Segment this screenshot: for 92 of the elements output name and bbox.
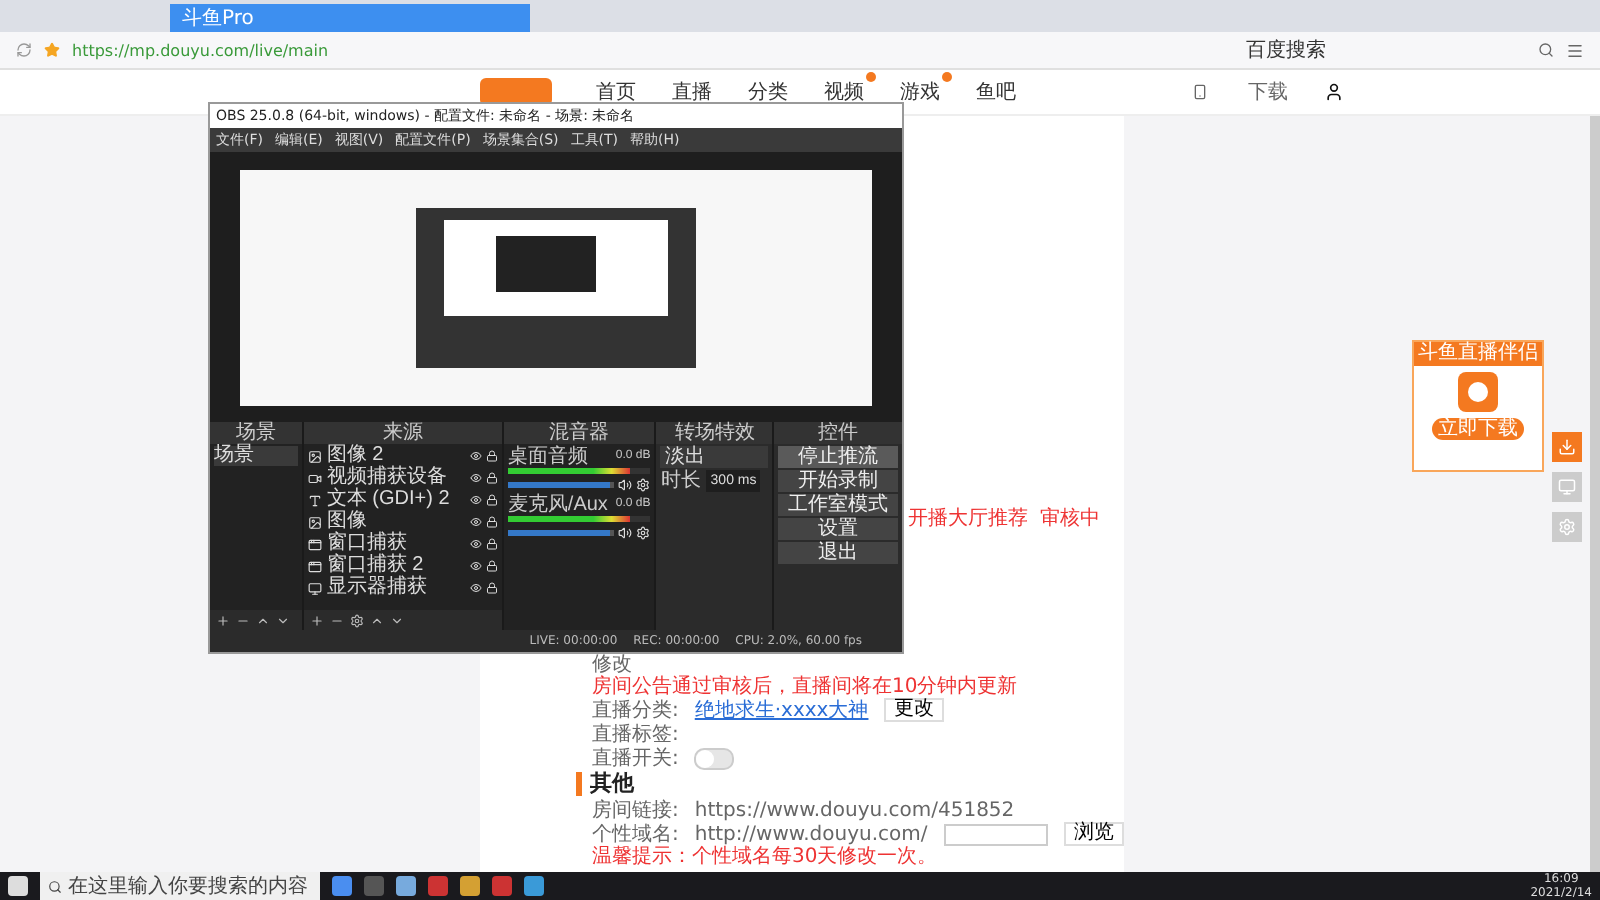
up-icon[interactable] [370,613,385,627]
control-button[interactable]: 开始录制 [778,470,899,492]
lock-icon[interactable] [485,494,498,506]
download-link[interactable]: 下载 [1248,78,1288,106]
control-button[interactable]: 设置 [778,518,899,540]
eye-icon[interactable] [469,560,482,572]
toggle-switch[interactable] [694,747,735,769]
down-icon[interactable] [390,613,405,627]
notice-text: 房间公告通过审核后，直播间将在10分钟内更新 [592,676,1020,698]
eye-icon[interactable] [469,450,482,462]
text-icon [308,493,323,507]
search-field[interactable]: 在这里输入你要搜索的内容 [40,872,320,900]
source-item[interactable]: 图像 [326,512,466,532]
review-note: 开播大厅推荐 [908,508,1028,530]
transition-select[interactable]: 淡出 [660,446,769,468]
window-icon [308,559,323,573]
nav-link[interactable]: 首页 [596,78,636,106]
star-icon[interactable] [44,42,60,58]
eye-icon[interactable] [469,494,482,506]
app-logo-icon [1458,372,1498,412]
eye-icon[interactable] [469,472,482,484]
channel-name: 麦克风/Aux [507,494,608,516]
lock-icon[interactable] [485,582,498,594]
field-label: 直播开关: [592,747,679,769]
up-icon[interactable] [256,613,270,627]
field-label: 个性域名: [592,823,679,845]
duration-label: 时长 [660,470,701,492]
add-icon[interactable] [310,613,325,627]
speaker-icon[interactable] [618,478,633,492]
field-label: 直播分类: [592,699,679,721]
scene-item[interactable]: 场景 [214,446,299,466]
change-button[interactable]: 更改 [884,698,945,722]
speaker-icon[interactable] [618,526,633,540]
window-icon [308,537,323,551]
source-item[interactable]: 图像 2 [326,446,466,466]
lock-icon[interactable] [485,516,498,528]
domain-prefix: http://www.douyu.com/ [694,823,928,845]
domain-note: 温馨提示：个性域名每30天修改一次。 [592,846,940,868]
nav-link[interactable]: 直播 [672,78,712,106]
image-icon [308,515,323,529]
edit-label[interactable]: 修改 [592,653,632,675]
monitor-icon [308,581,323,595]
add-icon[interactable] [216,613,230,627]
start-icon[interactable] [8,876,28,896]
dock-title: 来源 [304,422,502,444]
reload-icon[interactable] [16,42,32,58]
review-state: 审核中 [1040,508,1100,530]
source-item[interactable]: 显示器捕获 [326,578,466,598]
search-field[interactable]: 百度搜索 [1246,36,1326,64]
download-icon[interactable] [1552,432,1582,462]
search-icon [48,879,62,893]
lock-icon[interactable] [485,560,498,572]
nav-link[interactable]: 游戏 [900,78,940,106]
room-url: https://www.douyu.com/451852 [694,799,1015,821]
dock-title: 混音器 [503,422,655,444]
search-icon[interactable] [1538,42,1554,58]
lock-icon[interactable] [485,472,498,484]
control-button[interactable]: 停止推流 [778,446,899,468]
source-item[interactable]: 窗口捕获 [326,534,466,554]
field-label: 房间链接: [592,799,679,821]
nav-link[interactable]: 分类 [748,78,788,106]
field-label: 直播标签: [592,723,679,745]
avatar-icon[interactable] [1324,82,1344,102]
nav-link[interactable]: 鱼吧 [976,78,1016,106]
eye-icon[interactable] [469,516,482,528]
eye-icon[interactable] [469,538,482,550]
settings-icon[interactable] [350,613,365,627]
lock-icon[interactable] [485,450,498,462]
source-item[interactable]: 窗口捕获 2 [326,556,466,576]
control-button[interactable]: 工作室模式 [778,494,899,516]
menu-icon[interactable] [1566,41,1584,59]
dock-title: 转场特效 [656,422,773,444]
browse-button[interactable]: 浏览 [1063,822,1124,846]
channel-name: 桌面音频 [507,446,588,468]
image-icon [308,449,323,463]
ad-title: 斗鱼直播伴侣 [1414,342,1542,366]
category-link[interactable]: 绝地求生·xxxx大神 [694,696,869,724]
input-field[interactable] [943,823,1048,845]
dock-title: 控件 [774,422,903,444]
control-button[interactable]: 退出 [778,542,899,564]
source-item[interactable]: 文本 (GDI+) 2 [326,490,466,510]
settings-icon[interactable] [636,526,651,540]
dock-title: 场景 [210,422,303,444]
nav-link[interactable]: 视频 [824,78,864,106]
phone-icon[interactable] [1192,84,1208,100]
lock-icon[interactable] [485,538,498,550]
eye-icon[interactable] [469,582,482,594]
camera-icon [308,471,323,485]
scrollbar[interactable] [1590,116,1600,872]
settings-icon[interactable] [636,478,651,492]
source-item[interactable]: 视频捕获设备 [326,468,466,488]
down-icon[interactable] [276,613,290,627]
